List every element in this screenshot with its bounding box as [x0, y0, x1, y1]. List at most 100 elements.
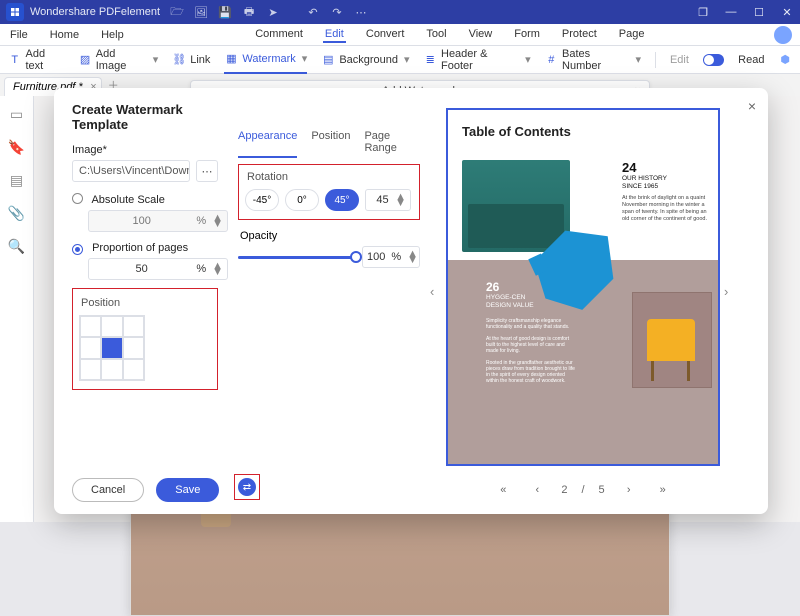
spinner-icon[interactable]: ▲▼ — [212, 263, 223, 275]
layers-icon[interactable]: ▤ — [10, 172, 23, 189]
ribbon-watermark[interactable]: ▦Watermark▾ — [224, 52, 307, 74]
picture-icon[interactable]: 🖼 — [194, 6, 208, 19]
position-center-cell[interactable] — [101, 337, 122, 358]
swap-highlight: ⇄ — [234, 474, 260, 500]
save-icon[interactable]: 💾 — [218, 6, 232, 19]
ribbon-link[interactable]: ⛓Link — [172, 53, 210, 67]
redo-icon[interactable]: ↷ — [330, 6, 344, 19]
menu-home[interactable]: Home — [48, 27, 81, 43]
tab-position[interactable]: Position — [311, 128, 350, 158]
undo-icon[interactable]: ↶ — [306, 6, 320, 19]
browse-image-button[interactable]: ⋯ — [196, 160, 218, 182]
window-minimize-icon[interactable]: ― — [724, 6, 738, 18]
swap-panels-button[interactable]: ⇄ — [238, 478, 256, 496]
image-icon: ▨ — [78, 53, 91, 67]
radio-unchecked-icon — [72, 193, 83, 204]
pager-first-button[interactable]: « — [493, 484, 513, 496]
preview-page-title: Table of Contents — [448, 110, 718, 147]
menu-view[interactable]: View — [467, 26, 495, 43]
print-icon[interactable]: 🖶 — [242, 3, 256, 22]
rotation-minus45-button[interactable]: -45° — [245, 189, 279, 211]
search-icon[interactable]: 🔍 — [8, 238, 25, 255]
preview-prev-arrow[interactable]: ‹ — [430, 284, 444, 298]
spinner-icon[interactable]: ▲▼ — [395, 194, 406, 206]
window-close-icon[interactable]: ✕ — [780, 6, 794, 19]
watermark-icon: ▦ — [224, 52, 238, 66]
ribbon-bates-number[interactable]: #Bates Number▾ — [545, 48, 641, 72]
attachment-icon[interactable]: 📎 — [8, 205, 25, 222]
opacity-slider[interactable] — [238, 247, 356, 267]
ribbon-add-text[interactable]: TAdd text — [8, 48, 64, 72]
chevron-down-icon: ▾ — [635, 53, 641, 66]
app-title: Wondershare PDFelement — [30, 6, 160, 18]
ribbon-mode-edit[interactable]: Edit — [670, 54, 689, 66]
menu-help[interactable]: Help — [99, 27, 126, 43]
pager-next-button[interactable]: › — [619, 484, 639, 496]
mode-toggle[interactable] — [703, 54, 724, 66]
ribbon-add-image[interactable]: ▨Add Image▾ — [78, 48, 158, 72]
bates-icon: # — [545, 53, 558, 67]
rotation-value-field[interactable]: 45 ▲▼ — [365, 189, 411, 211]
bookmark-icon[interactable]: 🔖 — [8, 139, 25, 156]
preview-text-24: 24 OUR HISTORY SINCE 1965 At the brink o… — [622, 160, 708, 223]
quick-access-toolbar: 🗁 🖼 💾 🖶 ➤ ↶ ↷ ⋯ — [170, 3, 368, 22]
window-maximize-icon[interactable]: ☐ — [752, 6, 766, 19]
save-button[interactable]: Save — [156, 478, 219, 502]
chevron-down-icon: ▾ — [525, 53, 531, 66]
menu-convert[interactable]: Convert — [364, 26, 407, 43]
tab-appearance[interactable]: Appearance — [238, 128, 297, 158]
menu-edit[interactable]: Edit — [323, 26, 346, 43]
position-section: Position — [72, 288, 218, 390]
proportion-option[interactable]: Proportion of pages — [72, 242, 218, 254]
ribbon-background[interactable]: ▤Background▾ — [321, 53, 409, 67]
pager-last-button[interactable]: » — [653, 484, 673, 496]
dialog-title: Create Watermark Template — [72, 102, 218, 132]
app-logo — [6, 3, 24, 21]
chevron-down-icon: ▾ — [153, 53, 159, 66]
pager-prev-button[interactable]: ‹ — [527, 484, 547, 496]
spinner-icon[interactable]: ▲▼ — [407, 251, 418, 263]
rotation-label: Rotation — [247, 171, 413, 183]
menu-comment[interactable]: Comment — [253, 26, 305, 43]
position-grid[interactable] — [79, 315, 145, 381]
menu-protect[interactable]: Protect — [560, 26, 599, 43]
ribbon-mode-read[interactable]: Read — [738, 54, 764, 66]
preview-pager: « ‹ 2 / 5 › » — [446, 478, 720, 502]
rotation-plus45-button[interactable]: 45° — [325, 189, 359, 211]
proportion-value[interactable]: 50% ▲▼ — [88, 258, 228, 280]
user-avatar[interactable] — [774, 26, 792, 44]
menu-tool[interactable]: Tool — [424, 26, 448, 43]
pager-total-pages: 5 — [599, 484, 605, 496]
image-path-field[interactable]: C:\Users\Vincent\Downloads\good. — [72, 160, 190, 182]
position-label: Position — [81, 297, 211, 309]
ribbon-header-footer[interactable]: ≣Header & Footer▾ — [424, 48, 531, 72]
preview-next-arrow[interactable]: › — [724, 284, 738, 298]
rotation-section: Rotation -45° 0° 45° 45 ▲▼ — [238, 164, 420, 220]
open-icon[interactable]: 🗁 — [170, 3, 184, 22]
share-icon[interactable]: ➤ — [266, 6, 280, 19]
appearance-tabs: Appearance Position Page Range — [238, 128, 420, 158]
opacity-label: Opacity — [240, 230, 420, 242]
window-restore-icon[interactable]: ❐ — [696, 6, 710, 19]
menu-file[interactable]: File — [8, 27, 30, 43]
tab-page-range[interactable]: Page Range — [364, 128, 420, 158]
link-icon: ⛓ — [172, 53, 186, 67]
preview-text-26-sub: HYGGE-CEN DESIGN VALUE — [486, 294, 556, 310]
opacity-value-field[interactable]: 100% ▲▼ — [362, 246, 420, 268]
pager-current-page: 2 — [561, 484, 567, 496]
menu-page[interactable]: Page — [617, 26, 647, 43]
menu-form[interactable]: Form — [512, 26, 542, 43]
dialog-preview-column: ‹ › Table of Contents 24 OUR HISTORY SIN… — [432, 88, 768, 514]
ribbon-edit: TAdd text ▨Add Image▾ ⛓Link ▦Watermark▾ … — [0, 46, 800, 74]
more-icon[interactable]: ⋯ — [354, 6, 368, 19]
absolute-scale-option[interactable]: Absolute Scale — [72, 192, 218, 206]
spinner-icon: ▲▼ — [212, 215, 223, 227]
rotation-0-button[interactable]: 0° — [285, 189, 319, 211]
chevron-down-icon: ▾ — [404, 53, 410, 66]
thumbnails-icon[interactable]: ▭ — [10, 106, 23, 123]
image-label: Image* — [72, 144, 218, 156]
settings-icon[interactable]: ⬢ — [778, 53, 792, 67]
cancel-button[interactable]: Cancel — [72, 478, 144, 502]
watermark-preview: Table of Contents 24 OUR HISTORY SINCE 1… — [446, 108, 720, 466]
preview-chair-image — [632, 292, 712, 388]
